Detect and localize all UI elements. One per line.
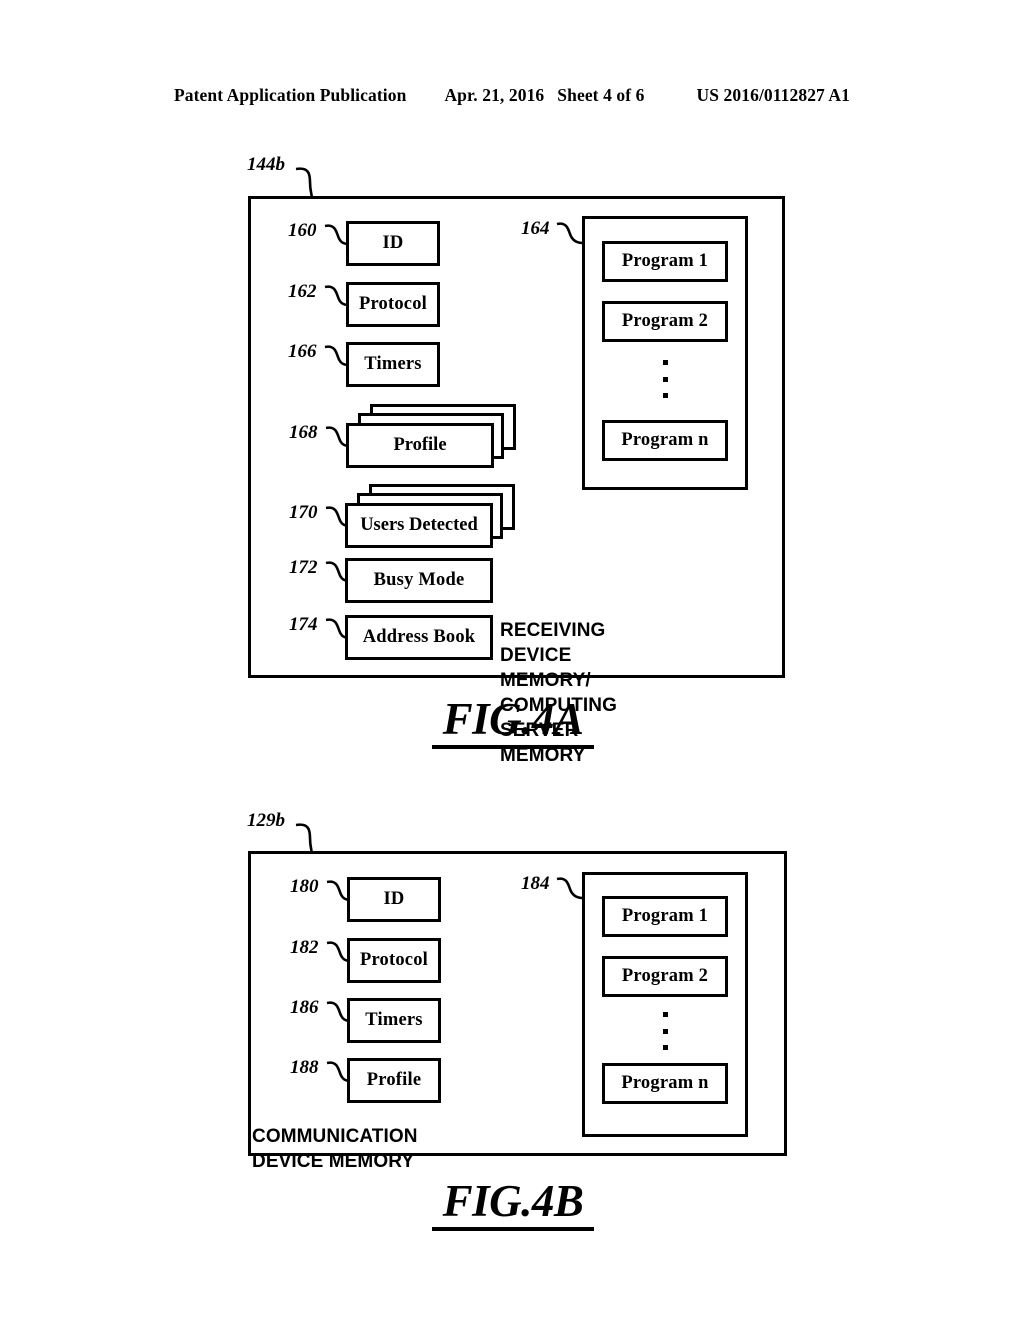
- program-box-2: Program 2: [602, 956, 728, 997]
- ref-186: 186: [290, 997, 319, 1018]
- figure-caption-4a: FIG.4A: [430, 693, 596, 749]
- item-box-id: ID: [347, 877, 441, 922]
- figure-caption-underline: [432, 745, 594, 749]
- leader-line-184: [556, 877, 584, 900]
- leader-line-164: [556, 222, 584, 245]
- item-box-id: ID: [346, 221, 440, 266]
- ref-129b: 129b: [247, 810, 285, 831]
- ref-144b: 144b: [247, 154, 285, 175]
- ref-162: 162: [288, 281, 317, 302]
- header-publication-label: Patent Application Publication: [173, 84, 407, 105]
- vertical-dots-icon: [660, 1012, 670, 1050]
- page-header: Patent Application Publication Apr. 21, …: [0, 82, 1024, 108]
- program-box-1: Program 1: [602, 896, 728, 937]
- ref-164: 164: [521, 218, 550, 239]
- leader-line-144b: [295, 167, 314, 200]
- item-stack-profile: Profile: [346, 404, 516, 468]
- item-stack-users-detected: Users Detected: [345, 484, 515, 548]
- ref-188: 188: [290, 1057, 319, 1078]
- ref-168: 168: [289, 422, 318, 443]
- item-box-protocol: Protocol: [346, 282, 440, 327]
- item-box-address-book: Address Book: [345, 615, 493, 660]
- figure-caption-4b: FIG.4B: [430, 1175, 596, 1231]
- ref-172: 172: [289, 557, 318, 578]
- ref-170: 170: [289, 502, 318, 523]
- figure-caption-4a-text: FIG.4A: [442, 694, 584, 744]
- ref-166: 166: [288, 341, 317, 362]
- program-box-1: Program 1: [602, 241, 728, 282]
- header-sheet-label: Sheet 4 of 6: [557, 84, 645, 105]
- item-box-protocol: Protocol: [347, 938, 441, 983]
- header-patent-number: US 2016/0112827 A1: [696, 84, 851, 105]
- item-box-profile: Profile: [347, 1058, 441, 1103]
- figure-caption-underline: [432, 1227, 594, 1231]
- item-box-profile: Profile: [346, 423, 494, 468]
- ref-174: 174: [289, 614, 318, 635]
- vertical-dots-icon: [660, 360, 670, 398]
- program-box-n: Program n: [602, 1063, 728, 1104]
- item-box-users-detected: Users Detected: [345, 503, 493, 548]
- communication-device-memory-caption: COMMUNICATION DEVICE MEMORY: [252, 1126, 418, 1172]
- program-box-2: Program 2: [602, 301, 728, 342]
- program-box-n: Program n: [602, 420, 728, 461]
- item-box-timers: Timers: [347, 998, 441, 1043]
- ref-180: 180: [290, 876, 319, 897]
- ref-160: 160: [288, 220, 317, 241]
- item-box-timers: Timers: [346, 342, 440, 387]
- ref-182: 182: [290, 937, 319, 958]
- header-date-label: Apr. 21, 2016: [444, 84, 545, 105]
- item-box-busy-mode: Busy Mode: [345, 558, 493, 603]
- ref-184: 184: [521, 873, 550, 894]
- figure-caption-4b-text: FIG.4B: [442, 1176, 584, 1226]
